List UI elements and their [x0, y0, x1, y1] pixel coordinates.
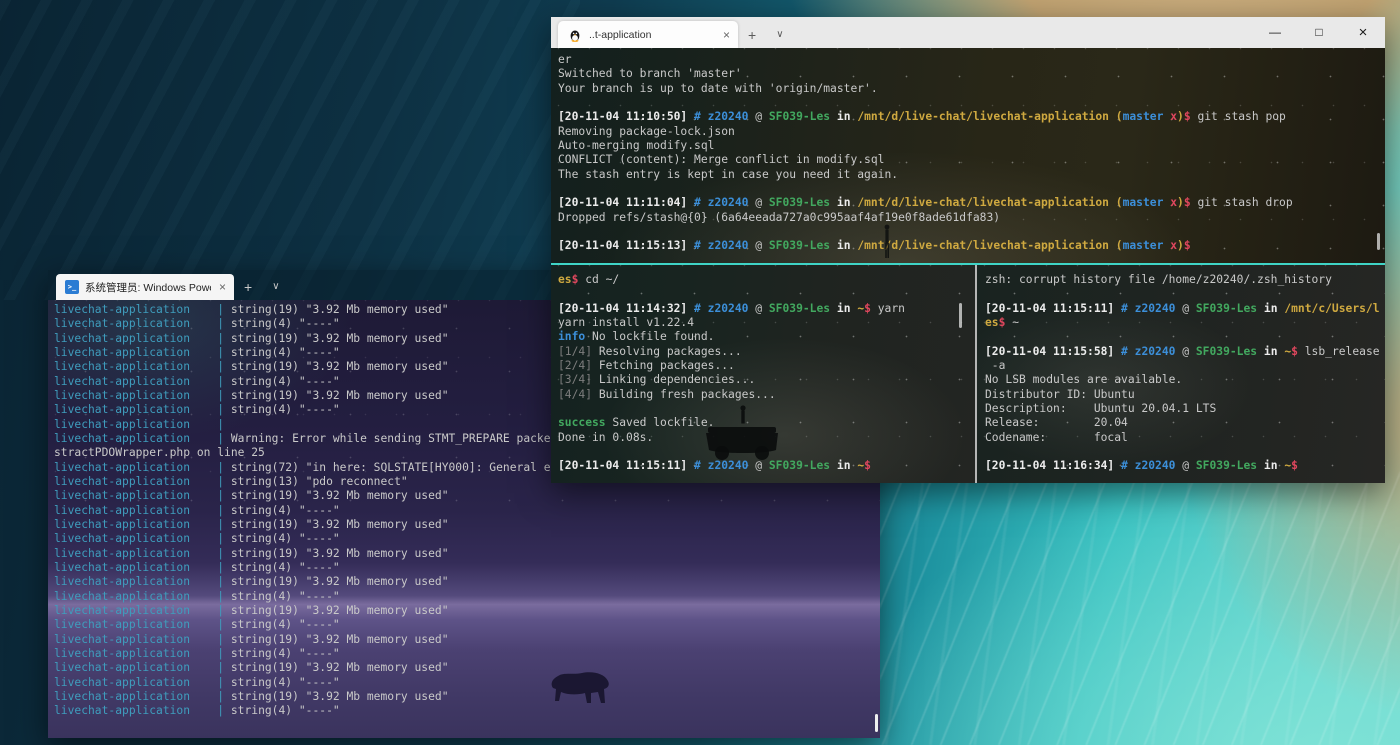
terminal-line [985, 330, 1385, 344]
terminal-line: es$ cd ~/ [558, 273, 975, 287]
terminal-tab[interactable]: ..t-application × [558, 21, 738, 48]
terminal-tab-title: ..t-application [589, 29, 714, 41]
terminal-line: Auto-merging modify.sql [558, 139, 1385, 153]
terminal-tab-close-icon[interactable]: × [721, 28, 732, 42]
terminal-line: Switched to branch 'master' [558, 67, 1385, 81]
terminal-line: livechat-application | string(19) "3.92 … [54, 575, 880, 589]
terminal-line: Codename: focal [985, 431, 1385, 445]
terminal-pane-yarn[interactable]: es$ cd ~/ [20-11-04 11:14:32] # z20240 @… [551, 265, 975, 483]
powershell-tab-title: 系统管理员: Windows PowerShe [85, 280, 211, 295]
terminal-line: livechat-application | string(19) "3.92 … [54, 604, 880, 618]
terminal-line: livechat-application | string(4) "----" [54, 618, 880, 632]
terminal-line: livechat-application | string(19) "3.92 … [54, 661, 880, 675]
git-pane-scrollbar[interactable] [1377, 233, 1380, 250]
terminal-line: livechat-application | string(19) "3.92 … [54, 518, 880, 532]
terminal-line [558, 182, 1385, 196]
terminal-line: livechat-application | string(4) "----" [54, 647, 880, 661]
terminal-line [558, 96, 1385, 110]
terminal-line: info No lockfile found. [558, 330, 975, 344]
terminal-line: [3/4] Linking dependencies... [558, 373, 975, 387]
powershell-scrollbar[interactable] [875, 714, 878, 732]
active-pane-split-line [551, 263, 1385, 265]
terminal-line: yarn install v1.22.4 [558, 316, 975, 330]
terminal-line: livechat-application | string(4) "----" [54, 676, 880, 690]
powershell-tab[interactable]: >_ 系统管理员: Windows PowerShe × [56, 274, 234, 300]
terminal-titlebar[interactable]: ..t-application × + ∨ — □ × [551, 17, 1385, 48]
powershell-tab-dropdown-icon[interactable]: ∨ [262, 274, 289, 300]
terminal-line: No LSB modules are available. [985, 373, 1385, 387]
terminal-line [558, 225, 1385, 239]
terminal-body: erSwitched to branch 'master'Your branch… [551, 48, 1385, 483]
terminal-line: [20-11-04 11:15:58] # z20240 @ SF039-Les… [985, 345, 1385, 359]
terminal-line: livechat-application | string(19) "3.92 … [54, 547, 880, 561]
terminal-line: Your branch is up to date with 'origin/m… [558, 82, 1385, 96]
terminal-line: Description: Ubuntu 20.04.1 LTS [985, 402, 1385, 416]
terminal-new-tab-button[interactable]: + [738, 22, 766, 48]
terminal-line: [20-11-04 11:11:04] # z20240 @ SF039-Les… [558, 196, 1385, 210]
terminal-line: [1/4] Resolving packages... [558, 345, 975, 359]
yarn-pane-scrollbar[interactable] [959, 303, 962, 328]
zsh-pane-output: zsh: corrupt history file /home/z20240/.… [985, 273, 1385, 474]
terminal-line: [20-11-04 11:14:32] # z20240 @ SF039-Les… [558, 302, 975, 316]
terminal-line: es$ ~ [985, 316, 1385, 330]
terminal-line: Removing package-lock.json [558, 125, 1385, 139]
terminal-line: livechat-application | string(4) "----" [54, 561, 880, 575]
terminal-line: The stash entry is kept in case you need… [558, 168, 1385, 182]
terminal-line: livechat-application | string(4) "----" [54, 590, 880, 604]
terminal-line: livechat-application | string(19) "3.92 … [54, 690, 880, 704]
desktop: >_ 系统管理员: Windows PowerShe × + ∨ livecha… [0, 0, 1400, 745]
terminal-line: [20-11-04 11:15:11] # z20240 @ SF039-Les… [985, 302, 1385, 316]
wallpaper-surf-foam [880, 460, 1400, 745]
terminal-line: [20-11-04 11:15:13] # z20240 @ SF039-Les… [558, 239, 1385, 253]
terminal-line [985, 445, 1385, 459]
terminal-window: ..t-application × + ∨ — □ × erSwitched t… [551, 17, 1385, 483]
terminal-pane-git[interactable]: erSwitched to branch 'master'Your branch… [551, 48, 1385, 263]
powershell-icon: >_ [65, 280, 79, 294]
terminal-line: er [558, 53, 1385, 67]
terminal-line: livechat-application | string(4) "----" [54, 704, 880, 718]
close-button[interactable]: × [1341, 17, 1385, 48]
terminal-line [985, 287, 1385, 301]
terminal-line: [20-11-04 11:16:34] # z20240 @ SF039-Les… [985, 459, 1385, 473]
terminal-line: CONFLICT (content): Merge conflict in mo… [558, 153, 1385, 167]
wallpaper-wave-streaks [0, 0, 580, 300]
terminal-line: Distributor ID: Ubuntu [985, 388, 1385, 402]
terminal-line: livechat-application | string(19) "3.92 … [54, 489, 880, 503]
window-controls: — □ × [1253, 17, 1385, 48]
maximize-button[interactable]: □ [1297, 17, 1341, 48]
terminal-line: zsh: corrupt history file /home/z20240/.… [985, 273, 1385, 287]
terminal-line: Dropped refs/stash@{0} (6a64eeada727a0c9… [558, 211, 1385, 225]
terminal-line: livechat-application | string(4) "----" [54, 504, 880, 518]
terminal-line: Release: 20.04 [985, 416, 1385, 430]
powershell-tab-close-icon[interactable]: × [217, 280, 228, 294]
terminal-line [558, 287, 975, 301]
terminal-line: livechat-application | string(19) "3.92 … [54, 633, 880, 647]
terminal-tab-dropdown-icon[interactable]: ∨ [766, 22, 793, 48]
terminal-line: [20-11-04 11:10:50] # z20240 @ SF039-Les… [558, 110, 1385, 124]
minimize-button[interactable]: — [1253, 17, 1297, 48]
pane-divider[interactable] [975, 265, 977, 483]
terminal-line: -a [985, 359, 1385, 373]
terminal-line: livechat-application | string(4) "----" [54, 532, 880, 546]
powershell-new-tab-button[interactable]: + [234, 274, 262, 300]
tux-icon [568, 28, 582, 42]
terminal-pane-zsh[interactable]: zsh: corrupt history file /home/z20240/.… [977, 265, 1385, 483]
background-bear-silhouette [538, 663, 616, 709]
terminal-line: [2/4] Fetching packages... [558, 359, 975, 373]
background-car-person-silhouette [696, 400, 788, 472]
git-pane-output: erSwitched to branch 'master'Your branch… [558, 53, 1385, 254]
background-person-silhouette [881, 224, 893, 260]
